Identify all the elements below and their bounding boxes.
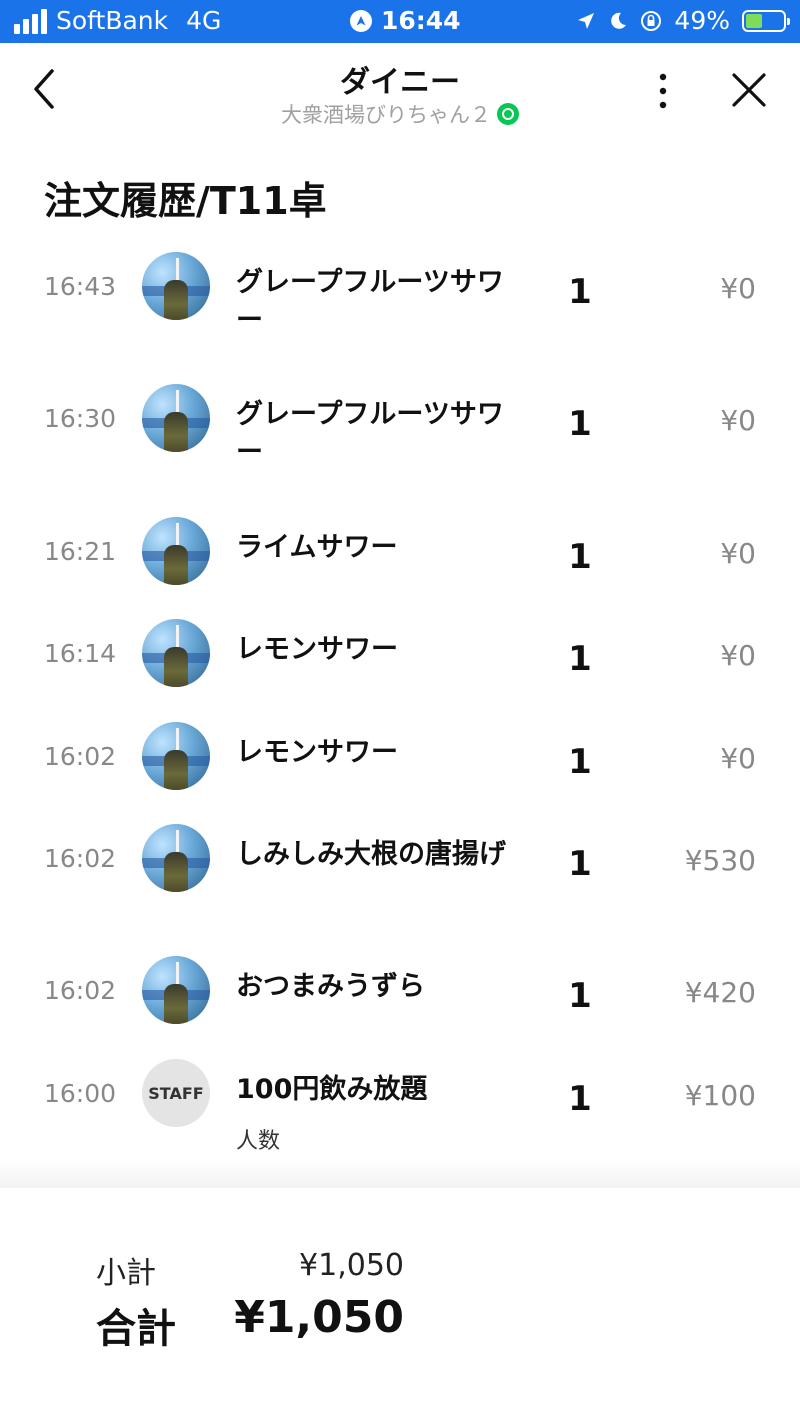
totals-panel: 小計 ¥1,050 合計 ¥1,050 [0,1188,800,1423]
item-price: ¥0 [720,639,756,672]
avatar [142,252,210,320]
staff-avatar: STAFF [142,1059,210,1127]
item-price: ¥530 [684,844,756,877]
store-name: 大衆酒場びりちゃん２ [281,103,491,127]
avatar [142,517,210,585]
item-name: レモンサワー [236,737,398,768]
item-quantity: 1 [568,404,592,444]
close-icon [732,73,766,107]
item-name: おつまみうずら [236,971,425,1002]
item-name: 100円飲み放題 [236,1074,428,1105]
signal-strength-icon [14,8,47,34]
status-right: 49% [576,6,790,35]
order-time: 16:00 [44,1079,117,1108]
item-name: ライムサワー [236,532,398,563]
subtotal-label: 小計 [96,1256,156,1291]
page-title: 注文履歴/T11卓 [44,179,327,223]
item-quantity: 1 [568,1079,592,1119]
more-button[interactable] [650,71,676,111]
item-name: しみしみ大根の唐揚げ [236,839,506,870]
item-note: 人数 [236,1129,281,1154]
more-vertical-icon [659,73,667,109]
app-header: ダイニー 大衆酒場びりちゃん２ [0,43,800,143]
item-price: ¥0 [720,742,756,775]
item-price: ¥0 [720,404,756,437]
status-bar: SoftBank 4G 16:44 49% [0,0,800,43]
section-divider [0,1160,800,1188]
battery-icon [742,9,790,32]
item-quantity: 1 [568,272,592,312]
header-subtitle: 大衆酒場びりちゃん２ [0,99,800,129]
item-quantity: 1 [568,976,592,1016]
order-time: 16:43 [44,272,117,301]
order-time: 16:02 [44,742,117,771]
order-time: 16:02 [44,976,117,1005]
item-quantity: 1 [568,742,592,782]
status-center: 16:44 [350,6,461,35]
avatar [142,384,210,452]
item-name: グレープフルーツサワー [236,267,504,336]
total-label: 合計 [96,1306,176,1352]
moon-icon [611,12,627,29]
clock: 16:44 [381,6,461,35]
item-quantity: 1 [568,844,592,884]
rotation-lock-icon [641,10,662,31]
item-quantity: 1 [568,537,592,577]
item-name: グレープフルーツサワー [236,399,504,468]
network-type: 4G [186,6,222,35]
verified-badge-icon [497,103,519,125]
avatar [142,956,210,1024]
subtotal-value: ¥1,050 [299,1248,404,1283]
status-left: SoftBank 4G [14,6,221,35]
battery-percent: 49% [674,6,730,35]
avatar [142,824,210,892]
close-button[interactable] [730,71,768,109]
total-value: ¥1,050 [234,1292,404,1343]
order-time: 16:21 [44,537,117,566]
location-arrow-icon [578,12,595,29]
avatar [142,722,210,790]
item-price: ¥420 [684,976,756,1009]
item-price: ¥100 [684,1079,756,1112]
order-time: 16:02 [44,844,117,873]
carrier-name: SoftBank [56,6,169,35]
header-title: ダイニー [340,65,460,100]
avatar [142,619,210,687]
item-price: ¥0 [720,272,756,305]
item-quantity: 1 [568,639,592,679]
order-time: 16:14 [44,639,117,668]
navigation-arrow-icon [350,9,372,32]
item-name: レモンサワー [236,634,398,665]
item-price: ¥0 [720,537,756,570]
order-time: 16:30 [44,404,117,433]
